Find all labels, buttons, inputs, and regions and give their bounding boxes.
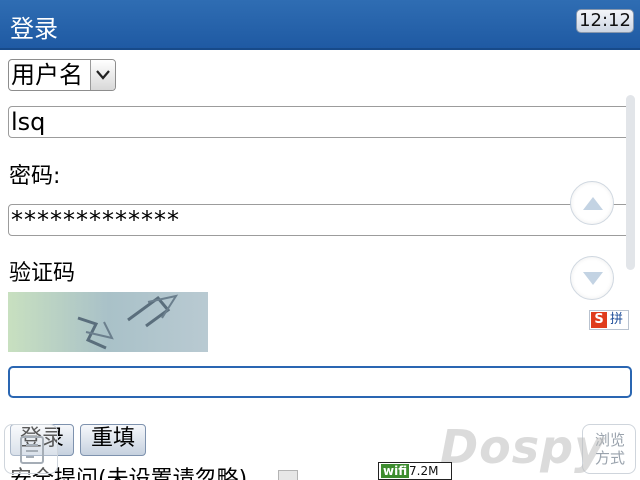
password-input[interactable]: ************* xyxy=(8,204,632,236)
wifi-indicator: wifi 7.2M xyxy=(378,462,452,480)
captcha-image[interactable] xyxy=(8,292,208,352)
username-input[interactable]: lsq xyxy=(8,106,632,138)
captcha-input[interactable] xyxy=(8,366,632,398)
scrollbar[interactable] xyxy=(626,95,635,270)
captcha-label: 验证码 xyxy=(9,261,76,286)
account-type-select[interactable]: 用户名 xyxy=(8,59,116,91)
title-bar: 登录 12:12 xyxy=(0,0,640,50)
scroll-down-button[interactable] xyxy=(570,256,614,300)
security-question-dropdown[interactable] xyxy=(278,470,298,480)
left-softkey[interactable] xyxy=(4,424,58,474)
document-icon xyxy=(20,436,44,464)
page-title: 登录 xyxy=(10,15,58,43)
watermark-logo: Dospy xyxy=(440,420,606,474)
wifi-icon: wifi xyxy=(381,464,410,478)
wifi-speed: 7.2M xyxy=(409,464,439,478)
sogou-icon: S xyxy=(591,312,607,328)
scroll-up-button[interactable] xyxy=(570,181,614,225)
ime-indicator[interactable]: S 拼 xyxy=(589,310,629,330)
reset-button[interactable]: 重填 xyxy=(80,424,146,456)
clock: 12:12 xyxy=(576,9,634,33)
password-label: 密码: xyxy=(9,164,61,189)
account-type-selected: 用户名 xyxy=(11,61,83,89)
chevron-down-icon[interactable] xyxy=(90,60,115,90)
ime-mode-label: 拼 xyxy=(610,312,624,327)
